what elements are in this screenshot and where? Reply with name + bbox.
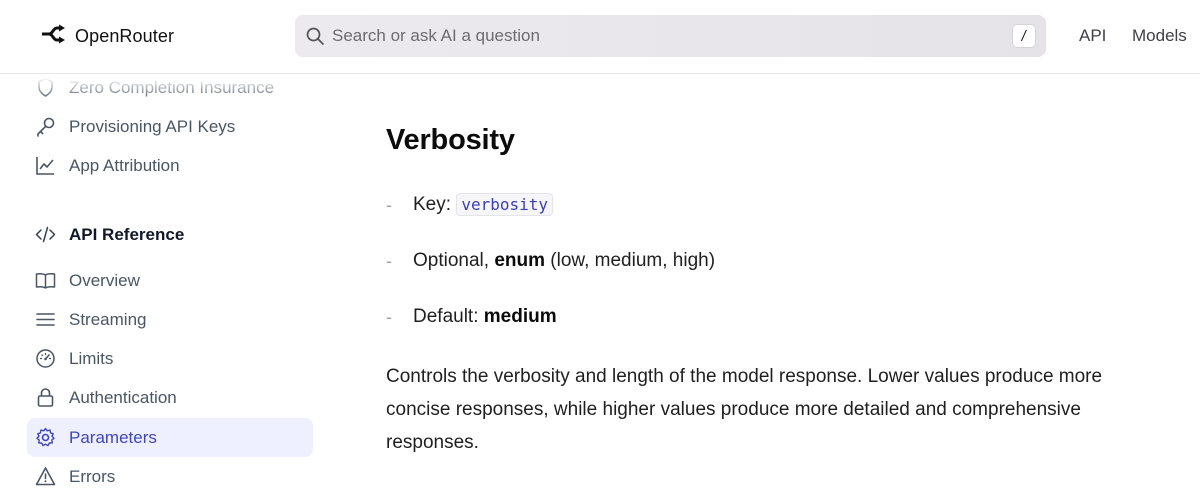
search-placeholder: Search or ask AI a question	[332, 26, 540, 45]
brand-name: OpenRouter	[75, 26, 175, 46]
lock-icon	[35, 387, 56, 408]
list-item-text: Default: medium	[413, 306, 557, 328]
list-bullet: -	[386, 250, 392, 271]
sidebar-item-streaming[interactable]: Streaming	[27, 300, 313, 339]
chart-line-icon	[35, 155, 56, 176]
nav-models-link[interactable]: Models	[1132, 26, 1187, 46]
list-item-text: Optional, enum (low, medium, high)	[413, 250, 715, 272]
sidebar-section-label: API Reference	[69, 224, 185, 244]
sidebar-item-parameters[interactable]: Parameters	[27, 418, 313, 457]
optional-values: (low, medium, high)	[550, 250, 716, 271]
sidebar-item-zero-completion-insurance[interactable]: Zero Completion Insurance	[27, 68, 313, 107]
sidebar-item-label: Overview	[69, 270, 140, 290]
sidebar-item-authentication[interactable]: Authentication	[27, 378, 313, 417]
search-bar[interactable]: Search or ask AI a question /	[295, 15, 1046, 57]
default-value: medium	[483, 306, 557, 327]
book-icon	[35, 270, 56, 291]
list-item-text: Key: verbosity	[413, 193, 554, 216]
sidebar-item-label: Limits	[69, 348, 114, 368]
sidebar-item-label: Parameters	[69, 427, 157, 447]
sidebar-item-errors[interactable]: Errors	[27, 457, 313, 496]
list-bullet: -	[386, 194, 392, 215]
optional-type: enum	[494, 250, 546, 271]
optional-prefix: Optional,	[413, 250, 490, 271]
description-paragraph: Controls the verbosity and length of the…	[386, 366, 1103, 453]
code-icon	[35, 224, 56, 245]
key-code: verbosity	[456, 193, 554, 216]
search-icon	[305, 26, 325, 51]
sidebar-item-label: App Attribution	[69, 155, 180, 175]
sidebar-section-api-reference[interactable]: API Reference	[27, 215, 313, 254]
gauge-icon	[35, 348, 56, 369]
shield-icon	[35, 77, 56, 98]
key-label: Key:	[413, 194, 452, 215]
sidebar-item-label: Zero Completion Insurance	[69, 77, 275, 97]
sidebar-item-app-attribution[interactable]: App Attribution	[27, 146, 313, 185]
gear-icon	[35, 427, 56, 448]
sidebar-item-label: Authentication	[69, 387, 177, 407]
section-heading: Verbosity	[386, 124, 515, 156]
sidebar-item-limits[interactable]: Limits	[27, 339, 313, 378]
warning-icon	[35, 466, 56, 487]
sidebar-item-label: Errors	[69, 466, 116, 486]
brand-logo[interactable]: OpenRouter	[40, 24, 174, 49]
default-label: Default:	[413, 306, 479, 327]
nav-api-link[interactable]: API	[1079, 26, 1106, 46]
lines-icon	[35, 309, 56, 330]
sidebar-item-overview[interactable]: Overview	[27, 261, 313, 300]
sidebar-item-provisioning-api-keys[interactable]: Provisioning API Keys	[27, 107, 313, 146]
sidebar-item-label: Provisioning API Keys	[69, 116, 236, 136]
sidebar-item-label: Streaming	[69, 309, 147, 329]
list-bullet: -	[386, 306, 392, 327]
key-icon	[35, 116, 56, 137]
top-header: OpenRouter Search or ask AI a question /…	[0, 0, 1200, 74]
openrouter-logo-icon	[40, 24, 66, 49]
search-shortcut-key: /	[1012, 24, 1036, 48]
